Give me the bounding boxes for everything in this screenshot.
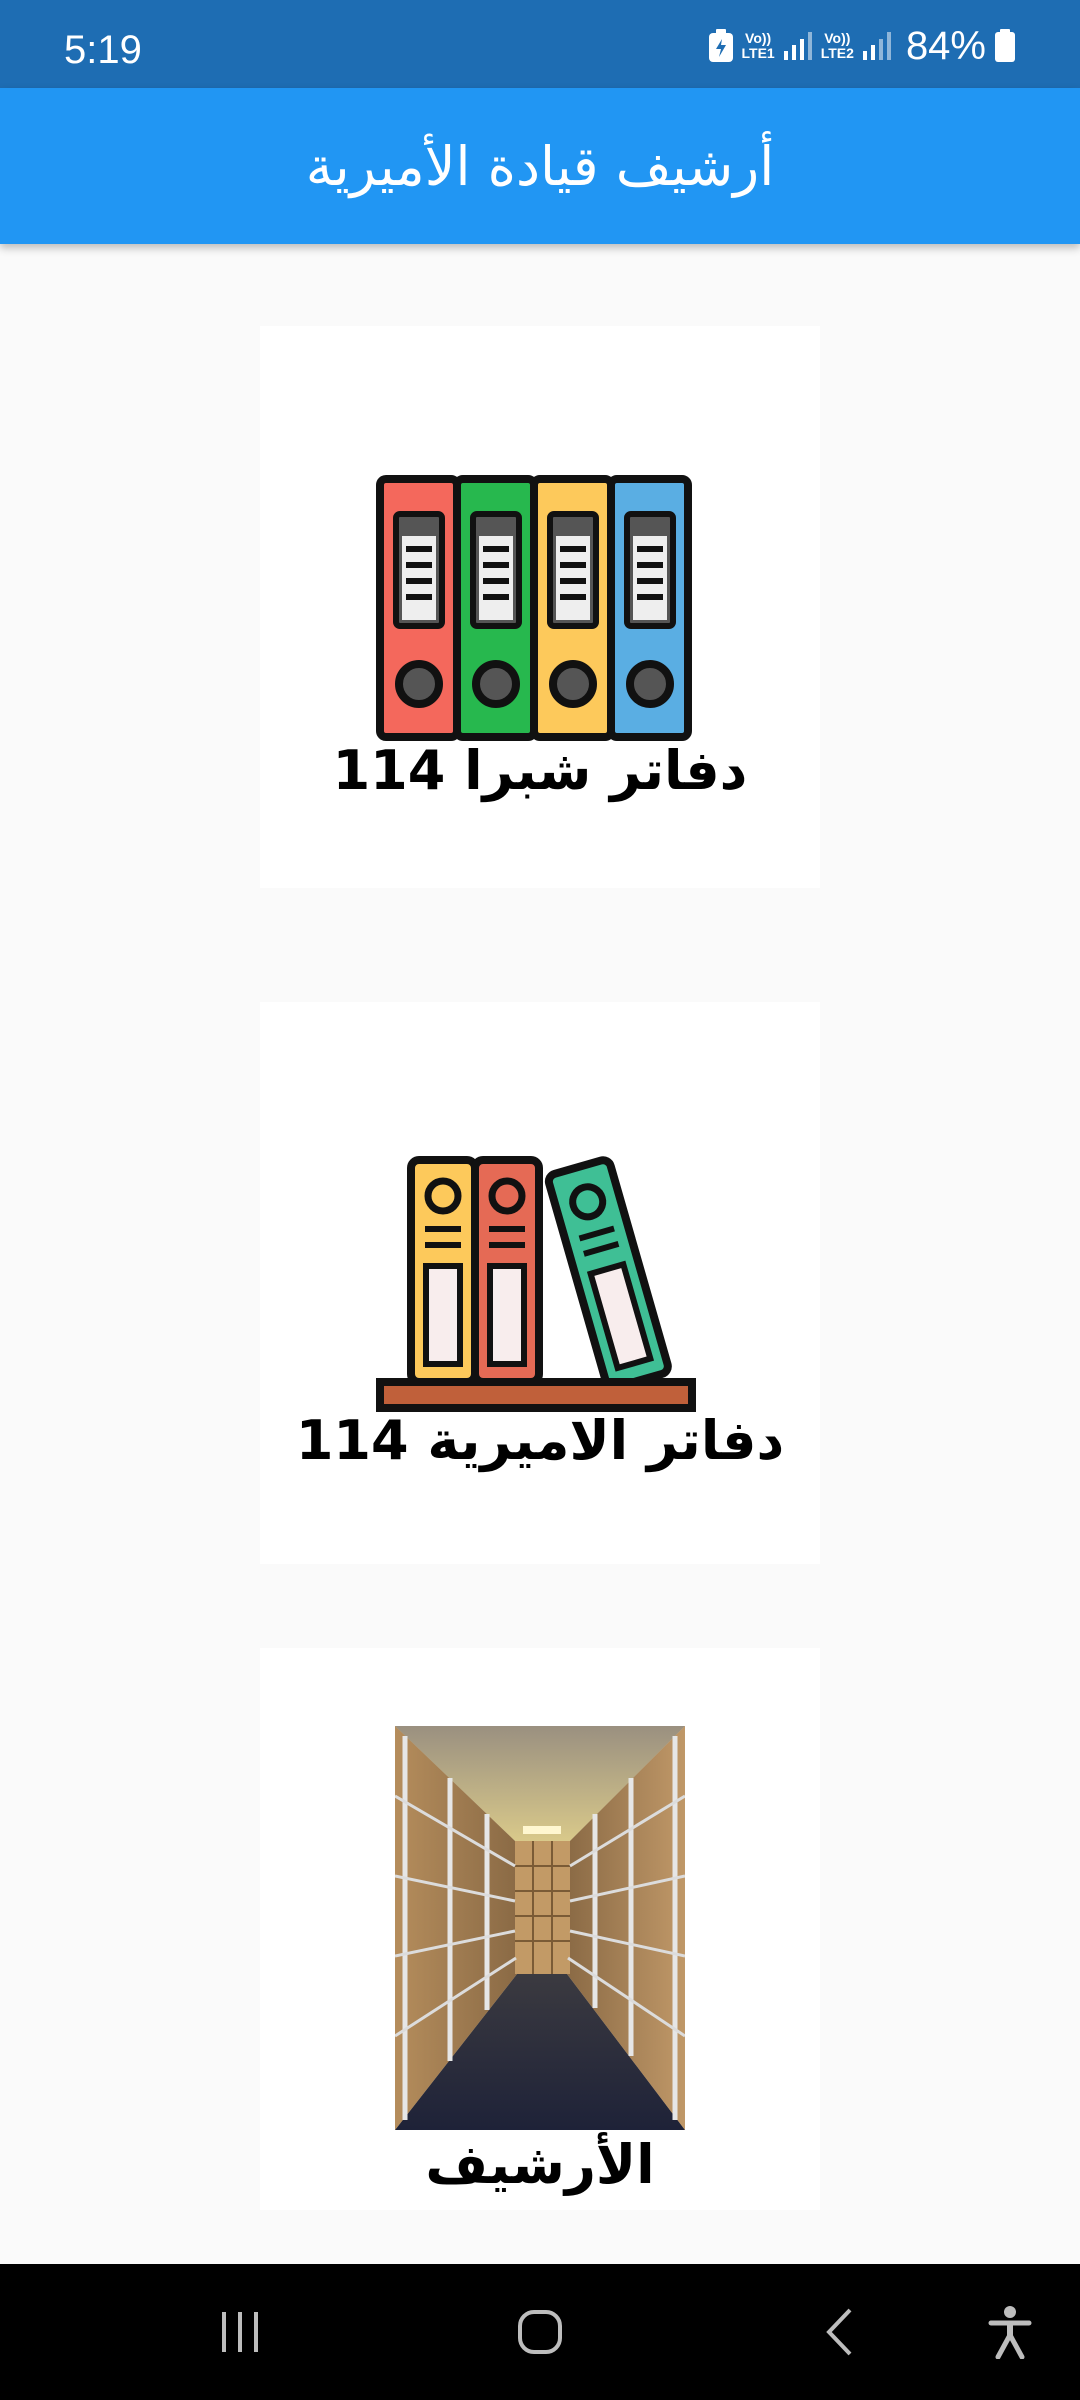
card-archive[interactable]: الأرشيف — [260, 1648, 820, 2210]
card-amiriya-books[interactable]: دفاتر الاميرية 114 — [260, 1002, 820, 1564]
status-time: 5:19 — [64, 28, 142, 72]
card-shubra-books[interactable]: دفاتر شبرا 114 — [260, 326, 820, 888]
archive-photo — [395, 1726, 685, 2130]
back-icon — [826, 2308, 852, 2356]
navigation-bar — [0, 2264, 1080, 2400]
home-icon — [518, 2310, 562, 2354]
shelf-binders-icon — [376, 1156, 696, 1412]
card-label: دفاتر شبرا 114 — [332, 739, 748, 802]
recents-button[interactable] — [190, 2264, 290, 2400]
sim1-label: Vo)) LTE1 — [741, 30, 775, 61]
battery-percent: 84% — [905, 24, 986, 68]
signal-icon — [862, 32, 891, 60]
sim2-label: Vo)) LTE2 — [820, 30, 854, 61]
battery-icon — [995, 29, 1015, 62]
accessibility-button[interactable] — [960, 2264, 1060, 2400]
status-bar: 5:19 Vo)) LTE1 Vo)) LTE2 84% — [0, 0, 1080, 88]
data-saver-icon — [708, 29, 733, 62]
signal-icon — [783, 32, 812, 60]
home-button[interactable] — [490, 2264, 590, 2400]
app-title: أرشيف قيادة الأميرية — [305, 134, 775, 198]
accessibility-icon — [988, 2306, 1032, 2359]
binders-icon — [376, 475, 692, 741]
app-bar: أرشيف قيادة الأميرية — [0, 88, 1080, 244]
card-label: دفاتر الاميرية 114 — [295, 1409, 785, 1472]
card-label: الأرشيف — [425, 2133, 655, 2196]
status-icons: Vo)) LTE1 Vo)) LTE2 84% — [708, 26, 1016, 66]
recents-icon — [222, 2312, 258, 2352]
back-button[interactable] — [790, 2264, 890, 2400]
